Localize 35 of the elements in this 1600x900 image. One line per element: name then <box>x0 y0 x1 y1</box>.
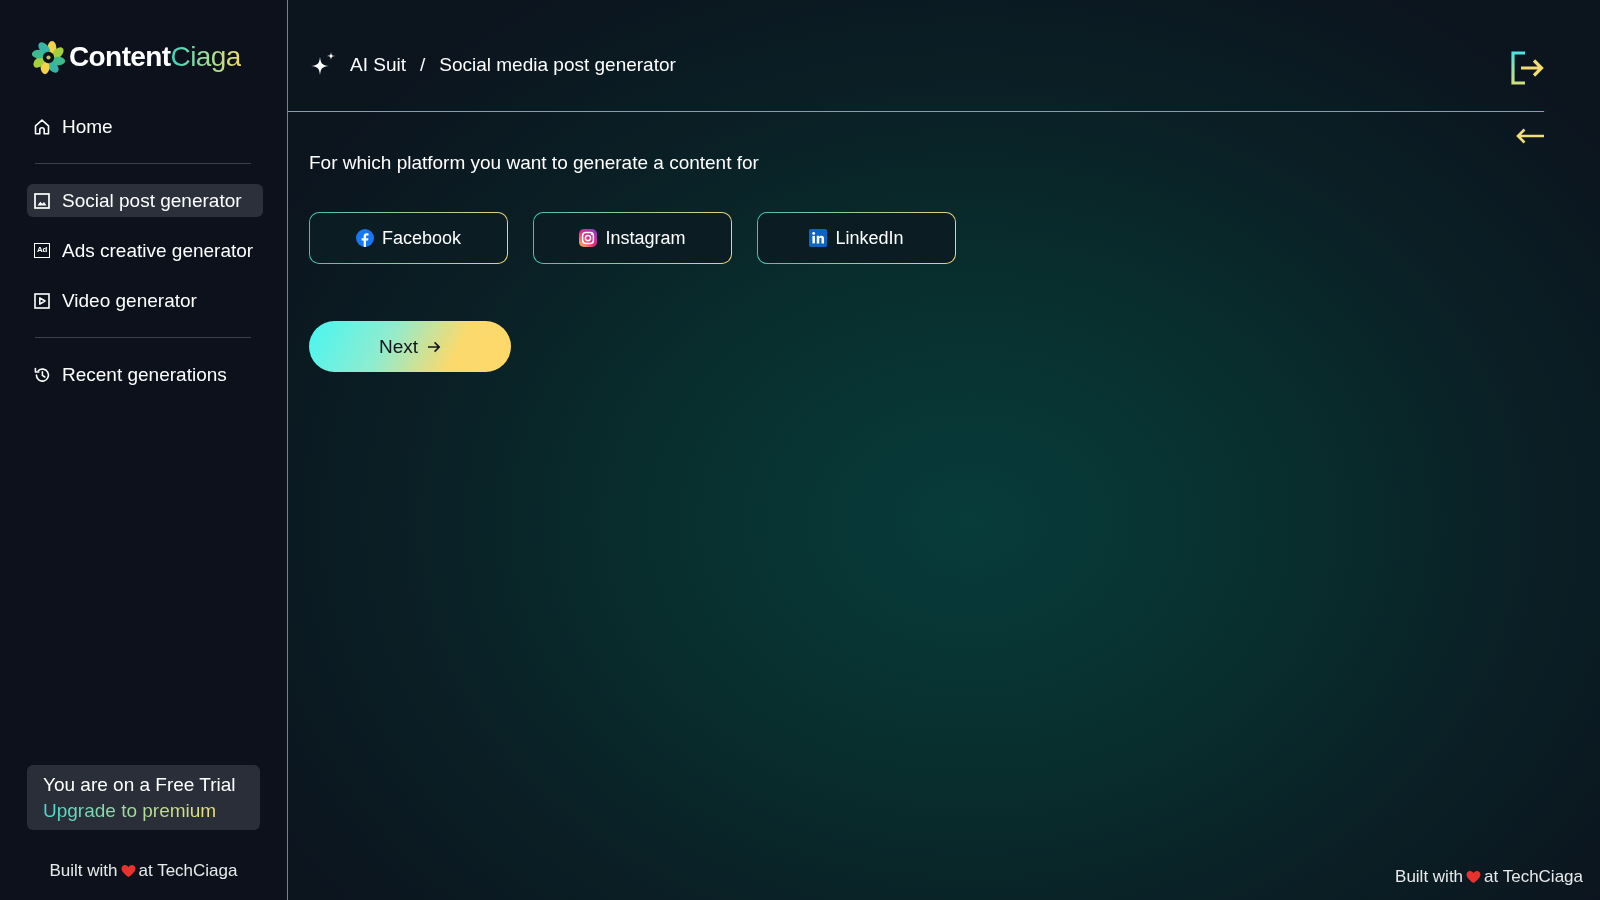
breadcrumb-separator: / <box>420 53 426 76</box>
ad-badge: Ad <box>34 243 50 258</box>
nav-item[interactable]: Ad Ads creative generator <box>27 234 263 267</box>
heart-icon <box>1466 870 1482 884</box>
nav-item[interactable]: Video generator <box>27 284 263 317</box>
image-icon <box>34 192 50 209</box>
trial-message: You are on a Free Trial <box>43 773 236 797</box>
video-icon <box>34 292 50 309</box>
platform-button[interactable]: Instagram <box>533 212 732 264</box>
question-text: For which platform you want to generate a content for <box>309 151 759 175</box>
nav-item[interactable]: Recent generations <box>27 358 263 391</box>
logout-button[interactable] <box>1510 50 1544 85</box>
instagram-icon <box>579 229 598 247</box>
logo-icon <box>31 39 66 75</box>
credit-text: Built with <box>1395 867 1464 887</box>
breadcrumb-link[interactable]: AI Suit <box>350 53 406 76</box>
credit-text: at TechCiaga <box>1484 867 1583 887</box>
back-button[interactable] <box>1515 128 1545 144</box>
nav-item[interactable]: Social post generator <box>27 184 263 217</box>
linkedin-icon <box>809 229 828 247</box>
heart-icon <box>120 864 136 878</box>
home-icon <box>34 118 50 135</box>
credit-text: Built with <box>49 861 118 881</box>
breadcrumb-current: Social media post generator <box>439 53 676 76</box>
credit-text: at TechCiaga <box>138 861 238 881</box>
facebook-icon <box>355 229 374 247</box>
history-icon <box>34 366 50 383</box>
platform-button[interactable]: Facebook <box>309 212 508 264</box>
arrow-left-icon <box>1515 128 1545 144</box>
arrow-right-icon <box>427 339 442 354</box>
platform-button[interactable]: LinkedIn <box>757 212 956 264</box>
nav-item[interactable]: Home <box>27 110 263 143</box>
next-button[interactable]: Next <box>309 321 511 372</box>
logout-icon <box>1510 50 1544 85</box>
logo-wordmark: ContentCiaga <box>69 40 241 74</box>
